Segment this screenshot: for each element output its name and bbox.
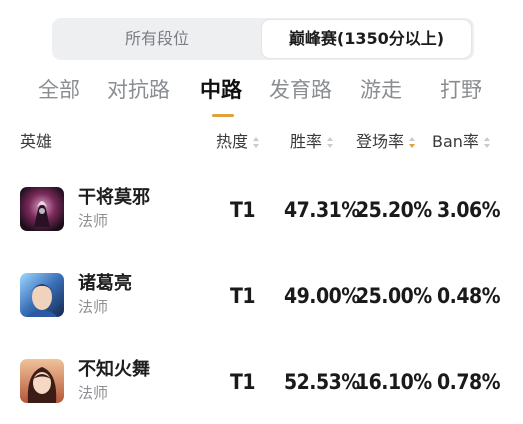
table-header: 英雄 热度 胜率 登场率 Ban率 (0, 128, 523, 152)
hero-role: 法师 (78, 298, 109, 316)
win-rate-value: 47.31% (284, 198, 360, 222)
table-row[interactable]: 不知火舞 法师 T1 52.53% 16.10% 0.78% (0, 338, 523, 424)
table-row[interactable]: 诸葛亮 法师 T1 49.00% 25.00% 0.48% (0, 252, 523, 338)
table-row[interactable]: 干将莫邪 法师 T1 47.31% 25.20% 3.06% (0, 166, 523, 252)
hero-avatar (20, 359, 64, 403)
header-win-rate[interactable]: 胜率 (290, 128, 334, 152)
header-pick-rate[interactable]: 登场率 (356, 128, 416, 152)
sort-icon (483, 136, 491, 149)
ban-rate-value: 0.78% (437, 370, 501, 394)
pick-rate-value: 16.10% (356, 370, 432, 394)
tab-farm-lane[interactable]: 发育路 (269, 74, 332, 104)
heat-value: T1 (230, 370, 256, 394)
header-win-rate-label: 胜率 (290, 132, 323, 151)
lane-tab-bar: 全部 对抗路 中路 发育路 游走 打野 (0, 70, 523, 120)
sort-icon (253, 136, 260, 149)
header-heat[interactable]: 热度 (216, 128, 260, 152)
header-hero: 英雄 (20, 132, 53, 151)
sort-descending-icon (409, 136, 416, 149)
header-heat-label: 热度 (216, 132, 249, 151)
header-ban-rate[interactable]: Ban率 (432, 128, 491, 152)
pick-rate-value: 25.00% (356, 284, 432, 308)
rank-option-peak[interactable]: 巅峰赛(1350分以上) (262, 20, 471, 58)
rank-option-all[interactable]: 所有段位 (52, 18, 262, 60)
tab-roam[interactable]: 游走 (360, 74, 402, 104)
hero-name: 诸葛亮 (78, 273, 132, 294)
header-ban-rate-label: Ban率 (432, 132, 479, 151)
tab-jungle[interactable]: 打野 (440, 74, 482, 104)
hero-name: 干将莫邪 (78, 187, 150, 208)
tab-mid-lane[interactable]: 中路 (200, 74, 242, 104)
win-rate-value: 52.53% (284, 370, 360, 394)
tab-top-lane[interactable]: 对抗路 (107, 74, 170, 104)
ban-rate-value: 3.06% (437, 198, 501, 222)
pick-rate-value: 25.20% (356, 198, 432, 222)
hero-avatar (20, 187, 64, 231)
tab-all[interactable]: 全部 (38, 74, 80, 104)
hero-role: 法师 (78, 212, 109, 230)
win-rate-value: 49.00% (284, 284, 360, 308)
hero-avatar (20, 273, 64, 317)
sort-icon (327, 136, 334, 149)
active-tab-indicator (212, 114, 234, 117)
hero-name: 不知火舞 (78, 359, 150, 380)
ban-rate-value: 0.48% (437, 284, 501, 308)
header-pick-rate-label: 登场率 (356, 132, 405, 151)
heat-value: T1 (230, 198, 256, 222)
heat-value: T1 (230, 284, 256, 308)
rank-filter-segmented-control: 所有段位 巅峰赛(1350分以上) (52, 18, 474, 60)
